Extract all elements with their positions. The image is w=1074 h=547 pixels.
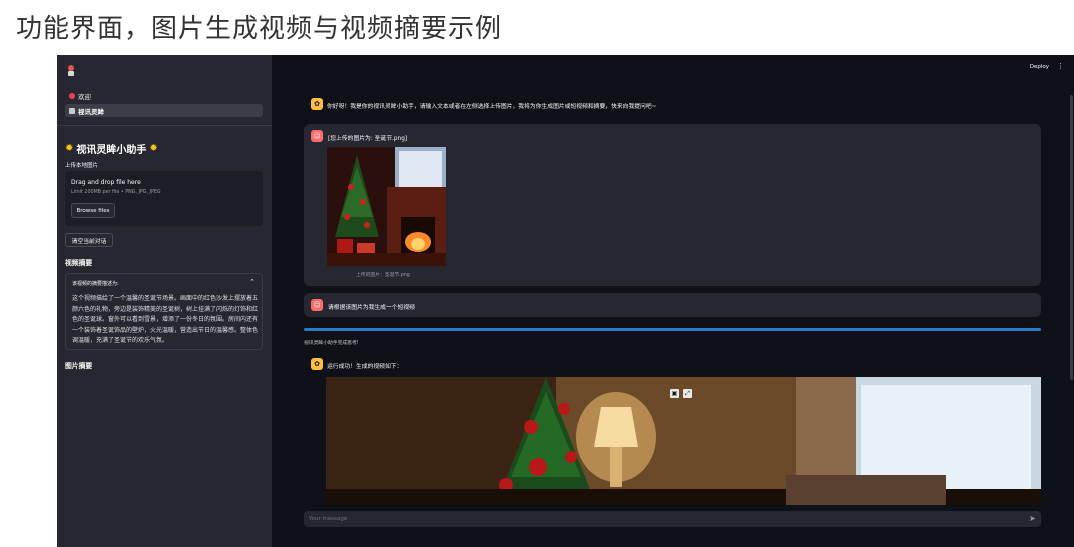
app-logo-icon [68,65,74,76]
bot-icon [69,107,75,114]
image-summary-heading: 图片摘要 [65,362,93,370]
video-summary-expander[interactable]: 该视频的摘要描述为: ⌃ 这个视频描绘了一个温馨的圣诞节场景。画面中的红色沙发上… [65,273,263,350]
video-summary-heading: 视频摘要 [65,259,93,267]
deploy-button[interactable]: Deploy [1030,64,1049,70]
fullscreen-icon[interactable]: ⤢ [683,389,692,398]
chat-input[interactable] [304,511,1041,527]
page-title: 功能界面，图片生成视频与视频摘要示例 [16,14,503,44]
user-avatar-icon: ☺ [311,130,323,142]
dropzone-limit: Limit 200MB per file • PNG, JPG, JPEG [71,190,161,195]
result-message: 运行成功！生成的视频如下： [327,364,403,370]
user-avatar-icon: ☺ [311,299,323,311]
dropzone-title: Drag and drop file here [71,179,141,186]
user-message-card: ☺ 请根据该图片为我生成一个短视频 [304,293,1041,317]
clear-chat-button[interactable]: 清空当前对话 [65,233,113,247]
sidebar: 欢迎 视讯灵眸 ✹ 视讯灵眸小助手 ✹ 上传本地图片 Drag and drop… [57,55,272,547]
image-caption: 上传的图片：圣诞节.png [356,273,410,278]
progress-label: 视讯灵眸小助手完成思考! [304,341,359,346]
sun-icon: ✹ [65,143,74,154]
video-controls: ▣ ⤢ [670,389,692,398]
sidebar-item-video[interactable]: 视讯灵眸 [65,104,263,117]
user-message-card: ☺ [您上传的图片为: 圣诞节.png] 上传的图片：圣诞节.png [304,124,1041,286]
browse-files-button[interactable]: Browse files [71,203,115,218]
heart-icon [69,92,75,99]
scrollbar[interactable] [1070,95,1073,380]
app-title: ✹ 视讯灵眸小助手 ✹ [65,141,158,156]
main-chat-area: Deploy ⋮ ✿ 你好呀！我是你的视讯灵眸小助手，请输入文本或者在左侧选择上… [272,55,1074,547]
sun-icon: ✹ [149,143,158,154]
file-dropzone[interactable]: Drag and drop file here Limit 200MB per … [65,171,263,226]
bot-avatar-icon: ✿ [311,98,323,110]
kebab-menu-icon[interactable]: ⋮ [1057,62,1064,70]
picture-in-picture-icon[interactable]: ▣ [670,389,679,398]
upload-label: 上传本地图片 [65,163,99,169]
greeting-message: 你好呀！我是你的视讯灵眸小助手，请输入文本或者在左侧选择上传图片，我将为你生成图… [327,104,657,110]
sidebar-divider [57,125,272,126]
sidebar-item-welcome[interactable]: 欢迎 [65,89,263,102]
sidebar-item-label: 欢迎 [78,92,91,101]
sidebar-item-label: 视讯灵眸 [78,107,104,116]
christmas-image [327,147,446,266]
video-summary-text: 这个视频描绘了一个温馨的圣诞节场景。画面中的红色沙发上摆放着五颜六色的礼物，旁边… [72,295,259,344]
bot-avatar-icon: ✿ [311,358,323,370]
chevron-up-icon[interactable]: ⌃ [249,278,255,286]
progress-fill [304,328,1041,331]
uploaded-image-message: [您上传的图片为: 圣诞节.png] [328,136,408,142]
request-message: 请根据该图片为我生成一个短视频 [328,305,415,311]
send-icon[interactable]: ➤ [1029,514,1036,523]
app-title-text: 视讯灵眸小助手 [76,145,147,156]
progress-bar [304,328,1041,331]
app-window: 欢迎 视讯灵眸 ✹ 视讯灵眸小助手 ✹ 上传本地图片 Drag and drop… [57,55,1074,547]
expander-header[interactable]: 该视频的摘要描述为: [72,280,119,287]
